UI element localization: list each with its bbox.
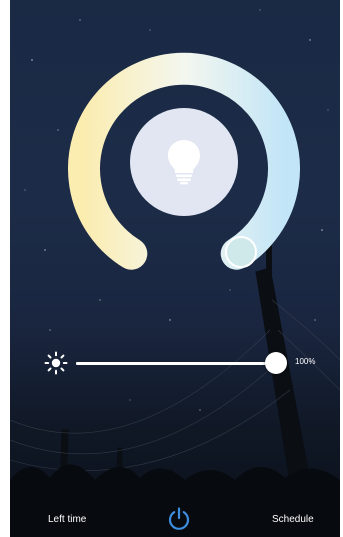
bottom-bar: Left time Schedule bbox=[10, 498, 340, 537]
color-temperature-handle[interactable] bbox=[225, 236, 257, 268]
brightness-slider-thumb[interactable] bbox=[265, 352, 287, 374]
lightbulb-icon bbox=[168, 140, 200, 185]
bulb-indicator bbox=[130, 108, 238, 216]
sun-icon bbox=[44, 351, 68, 375]
power-icon[interactable] bbox=[164, 504, 194, 534]
schedule-button[interactable]: Schedule bbox=[272, 514, 314, 525]
color-temperature-wheel[interactable] bbox=[10, 0, 340, 330]
brightness-value: 100% bbox=[295, 357, 316, 366]
brightness-track[interactable] bbox=[76, 362, 276, 365]
left-time-button[interactable]: Left time bbox=[48, 514, 86, 525]
app-screen: 100% Left time Schedule bbox=[10, 0, 340, 537]
brightness-fill bbox=[76, 362, 276, 365]
brightness-control: 100% bbox=[10, 348, 340, 378]
